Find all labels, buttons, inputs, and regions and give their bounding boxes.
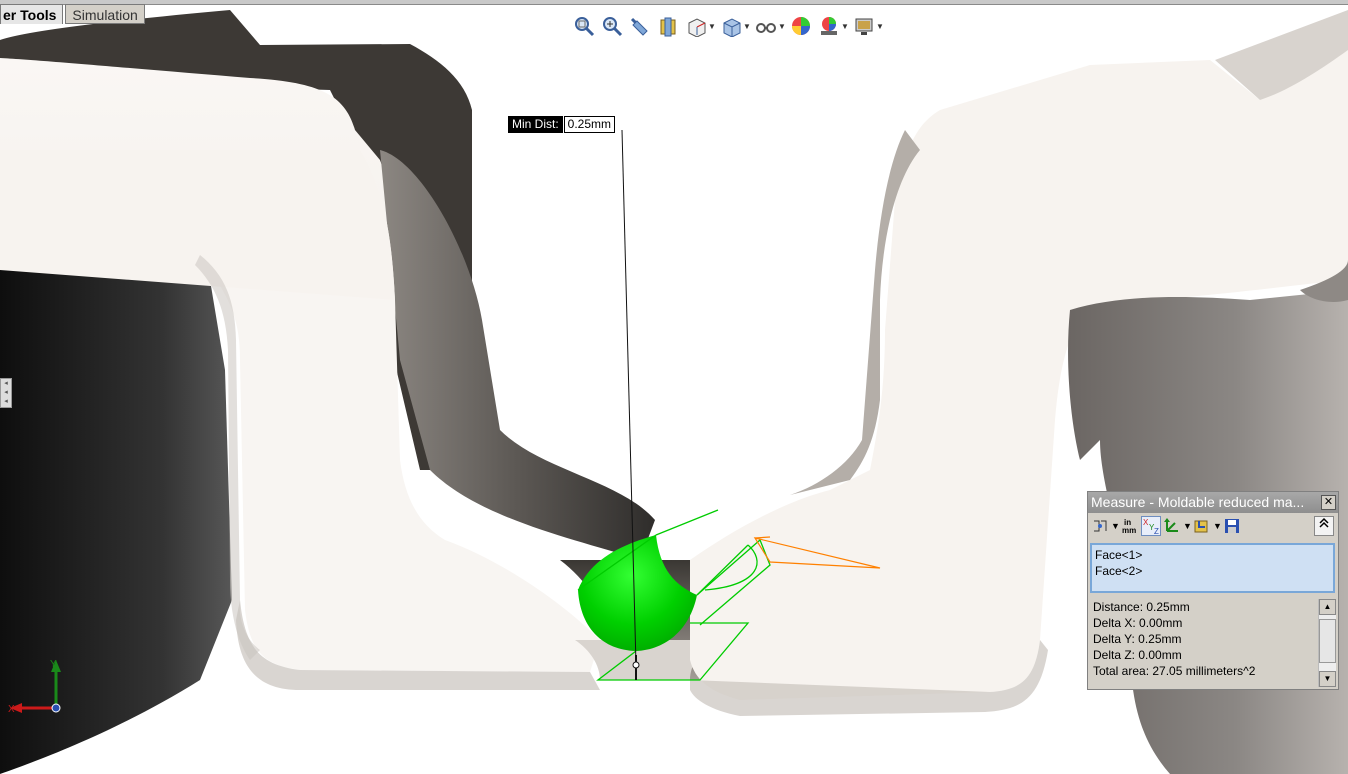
result-delta-y: Delta Y: 0.25mm — [1093, 632, 1182, 646]
scroll-down-icon[interactable]: ▼ — [1319, 671, 1336, 687]
selection-list[interactable]: Face<1> Face<2> — [1090, 543, 1335, 593]
projected-on-icon[interactable] — [1193, 517, 1211, 535]
hide-show-items-icon[interactable] — [754, 14, 778, 38]
scrollbar-thumb[interactable] — [1319, 619, 1336, 663]
measure-results: Distance: 0.25mm Delta X: 0.00mm Delta Y… — [1090, 597, 1318, 685]
svg-text:mm: mm — [1122, 526, 1136, 535]
result-distance: Distance: 0.25mm — [1093, 600, 1190, 614]
chevron-down-icon[interactable]: ▼ — [841, 22, 849, 31]
chevron-down-icon[interactable]: ▼ — [743, 22, 751, 31]
min-distance-value: 0.25mm — [563, 116, 616, 133]
command-manager-tabs: er Tools Simulation — [0, 4, 145, 26]
previous-view-icon[interactable] — [628, 14, 652, 38]
window-top-border — [0, 0, 1348, 5]
view-orientation-icon[interactable] — [684, 14, 708, 38]
result-delta-x: Delta X: 0.00mm — [1093, 616, 1183, 630]
chevron-down-icon[interactable]: ▼ — [876, 22, 884, 31]
heads-up-view-toolbar: ▼ ▼ ▼ ▼ ▼ — [572, 12, 884, 40]
result-delta-z: Delta Z: 0.00mm — [1093, 648, 1182, 662]
chevron-down-icon[interactable]: ▼ — [1183, 521, 1192, 531]
panel-expand-handle[interactable]: ◂ ◂ ◂ — [0, 378, 12, 408]
arc-circle-measurements-icon[interactable] — [1091, 517, 1109, 535]
chevron-down-icon[interactable]: ▼ — [1213, 521, 1222, 531]
triad-y-label: Y — [50, 659, 57, 670]
min-distance-callout[interactable]: Min Dist: 0.25mm — [508, 116, 616, 133]
collapse-icon[interactable] — [1314, 516, 1334, 536]
chevron-down-icon[interactable]: ▼ — [1111, 521, 1120, 531]
tab-power-tools[interactable]: er Tools — [0, 4, 64, 24]
measure-dialog[interactable]: Measure - Moldable reduced ma... ✕ ▼ in m… — [1087, 491, 1339, 690]
point-to-point-icon[interactable] — [1163, 517, 1181, 535]
chevron-down-icon[interactable]: ▼ — [778, 22, 786, 31]
units-precision-icon[interactable]: in mm — [1121, 517, 1139, 535]
scroll-up-icon[interactable]: ▲ — [1319, 599, 1336, 615]
measure-toolbar: ▼ in mm XYZ ▼ ▼ — [1088, 513, 1338, 539]
list-item[interactable]: Face<1> — [1095, 547, 1330, 563]
result-total-area: Total area: 27.05 millimeters^2 — [1093, 664, 1256, 678]
close-icon[interactable]: ✕ — [1321, 495, 1336, 510]
min-distance-label: Min Dist: — [508, 116, 563, 133]
tab-simulation[interactable]: Simulation — [65, 4, 145, 24]
zoom-to-fit-icon[interactable] — [572, 14, 596, 38]
chevron-down-icon[interactable]: ▼ — [708, 22, 716, 31]
list-item[interactable]: Face<2> — [1095, 563, 1330, 579]
measure-title: Measure - Moldable reduced ma... — [1091, 494, 1305, 510]
display-style-icon[interactable] — [719, 14, 743, 38]
measure-title-bar[interactable]: Measure - Moldable reduced ma... ✕ — [1088, 492, 1338, 513]
save-icon[interactable] — [1223, 517, 1241, 535]
reference-triad: Y X — [8, 659, 61, 715]
svg-text:Z: Z — [1154, 527, 1159, 535]
section-view-icon[interactable] — [656, 14, 680, 38]
zoom-to-area-icon[interactable] — [600, 14, 624, 38]
edit-appearance-icon[interactable] — [789, 14, 813, 38]
results-scrollbar[interactable]: ▲ ▼ — [1318, 599, 1336, 687]
apply-scene-icon[interactable] — [817, 14, 841, 38]
show-xyz-measurements-icon[interactable]: XYZ — [1141, 516, 1161, 536]
view-settings-icon[interactable] — [852, 14, 876, 38]
triad-x-label: X — [8, 704, 15, 715]
